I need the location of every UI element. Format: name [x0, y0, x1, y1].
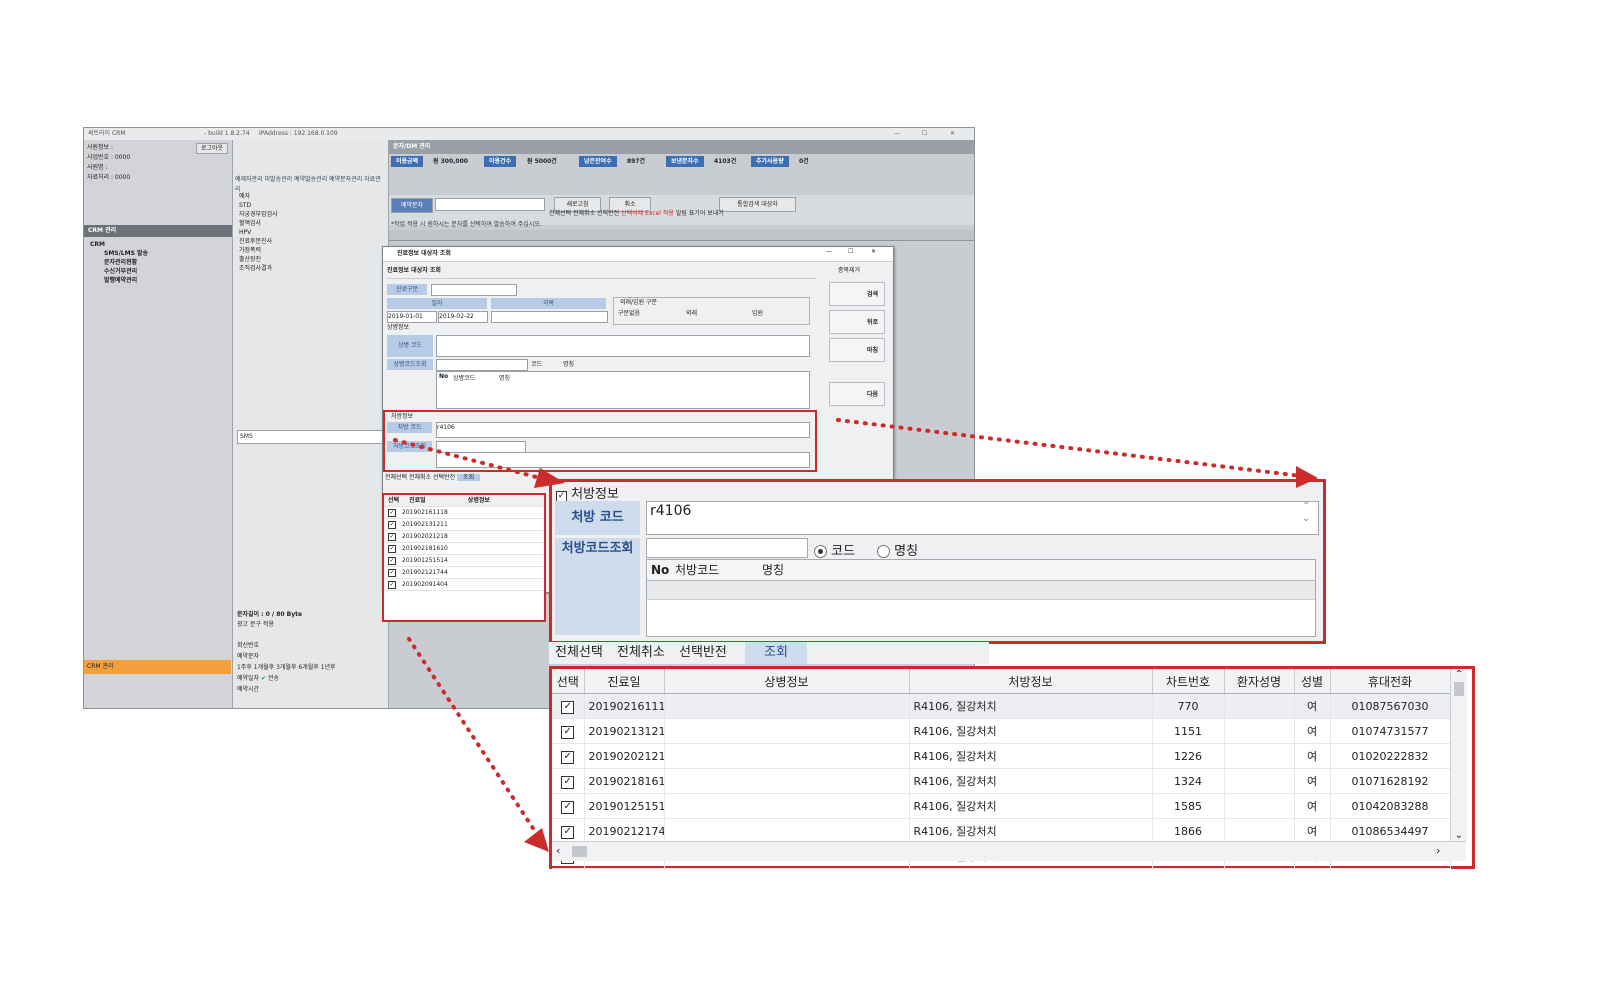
arrowhead-rx-inner	[534, 468, 565, 488]
arrowhead-rx	[1296, 466, 1318, 488]
arrowhead-result	[524, 828, 549, 852]
connector-rx	[836, 418, 1320, 480]
connector-rx-inner	[393, 438, 542, 480]
connector-result	[407, 637, 544, 844]
callout-connectors	[393, 418, 1320, 852]
